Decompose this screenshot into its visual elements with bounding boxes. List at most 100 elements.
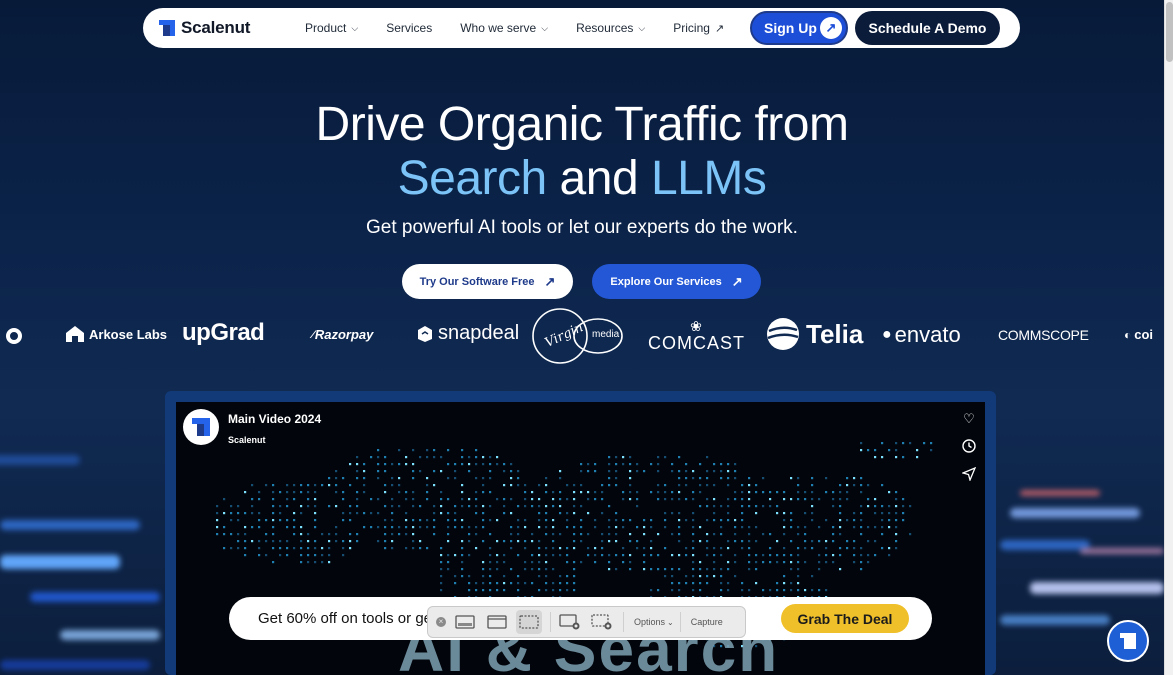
nav-item-services[interactable]: Services (386, 21, 432, 35)
telia-pebble-icon (767, 318, 799, 350)
toolbar-divider (623, 612, 624, 632)
nbc-peacock-icon: ❀ (690, 318, 703, 334)
try-software-button[interactable]: Try Our Software Free ↗ (402, 264, 573, 299)
record-selection-button[interactable] (589, 610, 615, 634)
sign-up-button[interactable]: Sign Up ↗ (750, 11, 848, 45)
comcast-text: COMCAST (648, 333, 745, 353)
circle-logo-icon (6, 328, 22, 344)
chat-widget-button[interactable] (1107, 620, 1149, 662)
hero-subtitle: Get powerful AI tools or let our experts… (366, 217, 798, 238)
glow-streak (0, 660, 150, 670)
arrow-up-right-icon: ↗ (544, 273, 556, 289)
nav-links: Product ⌵ Services Who we serve ⌵ Resour… (305, 21, 752, 35)
record-screen-button[interactable] (557, 610, 583, 634)
snapdeal-bag-icon (418, 325, 432, 342)
capture-selection-button[interactable] (516, 610, 542, 634)
chevron-down-icon: ⌄ (667, 618, 674, 627)
hero-title-line-2: Search and LLMs (0, 151, 1164, 206)
try-software-label: Try Our Software Free (419, 275, 535, 288)
coi-logo: ◐ coi (1124, 327, 1153, 342)
window-icon (487, 615, 507, 629)
brand-name: Scalenut (181, 18, 251, 37)
glow-streak (1030, 582, 1164, 594)
grab-deal-label: Grab The Deal (797, 610, 893, 627)
scrollbar-thumb[interactable] (1166, 2, 1173, 62)
selection-icon (519, 615, 539, 629)
media-text: media (592, 329, 620, 340)
arrow-up-right-icon: ↗ (714, 22, 725, 35)
scalenut-logo-icon (159, 20, 175, 36)
schedule-demo-label: Schedule A Demo (868, 20, 987, 36)
hero-highlight-llms: LLMs (650, 152, 767, 205)
screen-icon (455, 615, 475, 629)
capture-window-button[interactable] (484, 610, 510, 634)
scalenut-logo-icon (192, 418, 210, 436)
comcast-logo: ❀ COMCAST (648, 319, 745, 354)
arrow-up-right-icon: ↗ (820, 17, 842, 39)
toolbar-divider (550, 612, 551, 632)
capture-entire-screen-button[interactable] (452, 610, 478, 634)
screenshot-toolbar: × Options ⌄ Capture (427, 606, 746, 638)
glow-streak (1020, 490, 1100, 496)
toolbar-divider (679, 612, 681, 632)
grab-deal-button[interactable]: Grab The Deal (781, 604, 909, 633)
coi-text: coi (1134, 327, 1154, 342)
glow-streak (1000, 540, 1090, 550)
telia-text: Telia (806, 318, 864, 349)
close-icon[interactable]: × (436, 617, 446, 627)
snapdeal-logo: snapdeal (416, 322, 519, 345)
client-logo-strip: Arkose Labs upGrad ⁄ Razorpay snapdeal Vi… (0, 305, 1164, 367)
envato-logo: ● envato (882, 322, 961, 348)
upgrad-logo: upGrad (182, 319, 265, 346)
glow-streak (1080, 548, 1164, 554)
clock-icon[interactable] (961, 439, 977, 455)
glow-streak (1010, 508, 1140, 518)
arrow-up-right-icon: ↗ (731, 273, 743, 289)
glow-streak (0, 555, 120, 569)
promo-text: Get 60% off on tools or get (258, 610, 428, 627)
hero-title-connector: and (546, 152, 651, 205)
nav-item-label: Resources (576, 21, 634, 35)
coi-mark-icon: ◐ (1124, 327, 1132, 342)
glow-streak (1000, 615, 1110, 625)
razorpay-text: Razorpay (314, 327, 374, 342)
chevron-down-icon: ⌵ (541, 22, 549, 33)
nav-item-pricing[interactable]: Pricing ↗ (673, 21, 724, 35)
glow-streak (60, 630, 160, 640)
share-icon[interactable] (961, 466, 977, 483)
channel-avatar[interactable] (183, 409, 219, 445)
nav-item-label: Services (386, 21, 433, 35)
nav-item-resources[interactable]: Resources ⌵ (576, 21, 645, 35)
envato-text: envato (894, 322, 961, 347)
explore-services-label: Explore Our Services (610, 275, 722, 288)
video-channel[interactable]: Scalenut (228, 435, 266, 445)
nav-item-who-we-serve[interactable]: Who we serve ⌵ (460, 21, 548, 35)
razorpay-logo: ⁄ Razorpay (312, 327, 374, 342)
sign-up-label: Sign Up (764, 20, 817, 36)
envato-leaf-icon: ● (882, 326, 892, 343)
capture-button[interactable]: Capture (691, 617, 723, 627)
record-selection-icon (591, 614, 612, 630)
commscope-logo: COMMSCOPE (998, 327, 1089, 343)
options-dropdown[interactable]: Options ⌄ (634, 617, 674, 627)
chevron-down-icon: ⌵ (638, 22, 646, 33)
scalenut-logo-icon (1120, 633, 1136, 649)
arkose-labs-text: Arkose Labs (89, 326, 168, 342)
telia-logo: Telia (766, 317, 863, 351)
hero-title-line-1: Drive Organic Traffic from (315, 98, 849, 151)
virgin-media-logo: Virgin media (532, 308, 624, 364)
brand-logo[interactable]: Scalenut (159, 18, 287, 38)
glow-streak (30, 592, 160, 602)
snapdeal-text: snapdeal (438, 322, 520, 344)
schedule-demo-button[interactable]: Schedule A Demo (855, 11, 1000, 45)
top-navigation: Scalenut Product ⌵ Services Who we serve… (143, 8, 1020, 48)
heart-icon[interactable]: ♡ (961, 411, 977, 427)
explore-services-button[interactable]: Explore Our Services ↗ (592, 264, 761, 299)
arkose-labs-logo: Arkose Labs (66, 326, 167, 342)
nav-item-label: Product (305, 21, 347, 35)
record-screen-icon (559, 614, 580, 630)
nav-item-product[interactable]: Product ⌵ (305, 21, 358, 35)
video-title[interactable]: Main Video 2024 (228, 412, 321, 426)
arkose-mark-icon (66, 326, 84, 342)
page-scrollbar[interactable] (1164, 0, 1173, 675)
